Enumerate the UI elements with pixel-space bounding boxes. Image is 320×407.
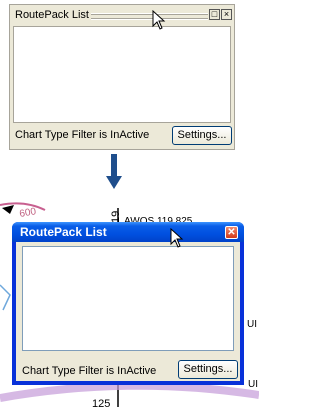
panel-title: RoutePack List	[15, 9, 89, 21]
window-title: RoutePack List	[20, 225, 107, 239]
heading-125-label: 125	[92, 398, 110, 407]
window-body: Chart Type Filter is InActive Settings..…	[16, 242, 240, 381]
routepack-list[interactable]	[22, 246, 234, 351]
heading-600-label: 600	[19, 206, 38, 220]
arrow-down-icon	[106, 154, 122, 189]
settings-button[interactable]: Settings...	[172, 126, 232, 145]
window-titlebar[interactable]: RoutePack List ✕	[12, 222, 244, 242]
map-label-ui-2: UI	[248, 379, 258, 390]
settings-button[interactable]: Settings...	[178, 360, 238, 379]
mouse-pointer-icon	[170, 228, 184, 248]
routepack-window-floating: RoutePack List ✕ Chart Type Filter is In…	[12, 222, 244, 385]
map-label-ui-1: UI	[247, 319, 257, 330]
restore-button[interactable]: □	[209, 9, 220, 20]
mouse-pointer-icon	[152, 10, 166, 30]
drag-grip[interactable]	[91, 13, 208, 20]
filter-status-text: Chart Type Filter is InActive	[22, 365, 157, 377]
close-button[interactable]: ×	[221, 9, 232, 20]
close-button[interactable]: ✕	[225, 226, 238, 239]
routepack-list[interactable]	[13, 26, 231, 123]
routepack-panel-docked: RoutePack List □ × Chart Type Filter is …	[9, 4, 235, 150]
filter-status-text: Chart Type Filter is InActive	[15, 129, 150, 141]
